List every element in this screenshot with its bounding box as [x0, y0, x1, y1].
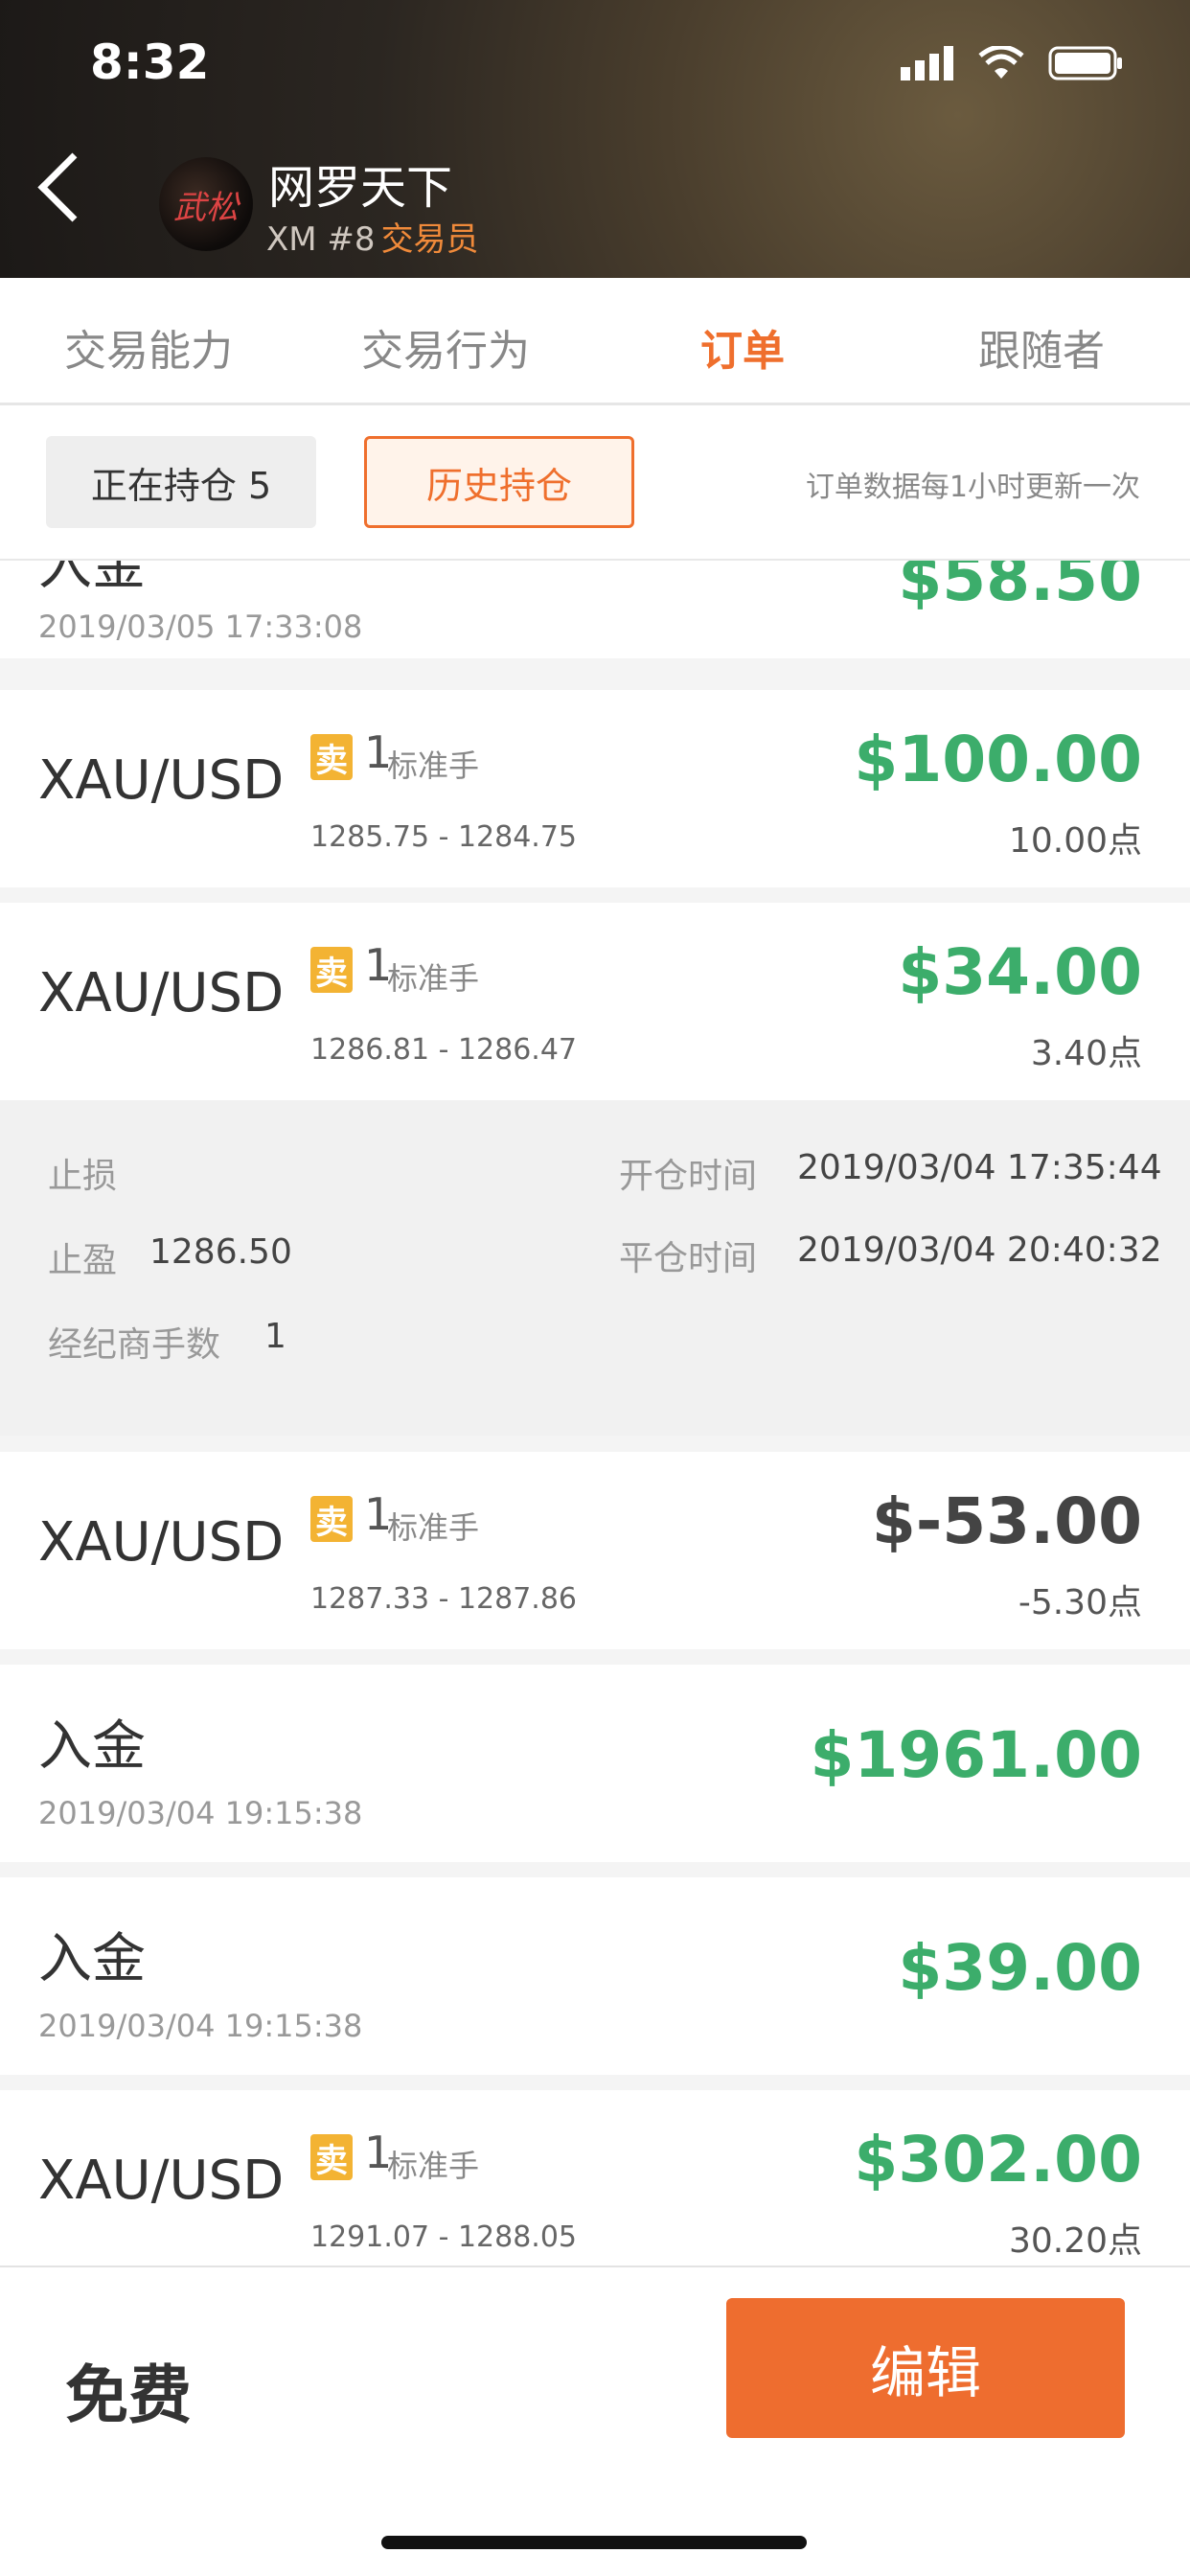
order-amount: $1961.00	[810, 1718, 1142, 1792]
list-item[interactable]: XAU/USD 卖 1 标准手 1286.81 - 1286.47 $34.00…	[0, 903, 1190, 1100]
take-profit-label: 止盈	[48, 1241, 118, 1280]
role-label: 交易员	[380, 220, 479, 259]
broker-rank: XM #8	[266, 220, 376, 259]
sell-badge: 卖	[310, 947, 353, 993]
order-amount: $58.50	[898, 561, 1142, 615]
order-points: 3.40点	[1030, 1034, 1142, 1073]
broker-lots-label: 经纪商手数	[48, 1325, 221, 1365]
update-note: 订单数据每1小时更新一次	[805, 471, 1140, 504]
profile-header: 8:32 武松 网罗天下 XM #8 交易员	[0, 0, 1190, 278]
close-time-value: 2019/03/04 20:40:32	[797, 1230, 1162, 1270]
order-points: 30.20点	[1008, 2221, 1142, 2261]
trader-subtitle: XM #8 交易员	[266, 213, 479, 260]
wifi-icon	[978, 46, 1024, 79]
order-points: 10.00点	[1008, 821, 1142, 861]
stop-loss-label: 止损	[48, 1157, 118, 1196]
order-filter-bar: 正在持仓 5 历史持仓 订单数据每1小时更新一次	[0, 405, 1190, 561]
broker-lots-value: 1	[264, 1317, 286, 1356]
orders-list: 入金 2019/03/05 17:33:08 $58.50 XAU/USD 卖 …	[0, 561, 1190, 2266]
order-unit: 标准手	[387, 748, 480, 784]
order-unit: 标准手	[387, 2148, 480, 2184]
list-item[interactable]: 入金 2019/03/04 19:15:38 $1961.00	[0, 1665, 1190, 1862]
status-icons	[901, 44, 1125, 82]
back-icon[interactable]	[37, 152, 107, 222]
sell-badge: 卖	[310, 734, 353, 780]
deposit-title: 入金	[38, 1715, 146, 1778]
list-item[interactable]: 入金 2019/03/04 19:15:38 $39.00	[0, 1877, 1190, 2075]
order-amount: $302.00	[854, 2123, 1142, 2196]
edit-button[interactable]: 编辑	[726, 2298, 1125, 2438]
tab-bar: 交易能力 交易行为 订单 跟随者	[0, 278, 1190, 405]
sell-badge: 卖	[310, 2134, 353, 2180]
status-time: 8:32	[90, 34, 210, 90]
tab-orders[interactable]: 订单	[594, 316, 891, 378]
bottom-action-bar: 免费 编辑	[0, 2266, 1190, 2576]
list-item[interactable]: 入金 2019/03/05 17:33:08 $58.50	[0, 561, 1190, 658]
trader-name: 网罗天下	[268, 161, 453, 215]
app-screen: 8:32 武松 网罗天下 XM #8 交易员 交易能力 交易行为 订单 跟随者 …	[0, 0, 1190, 2576]
tab-followers[interactable]: 跟随者	[893, 316, 1190, 378]
order-symbol: XAU/USD	[38, 749, 285, 812]
order-amount: $100.00	[854, 723, 1142, 796]
open-positions-button[interactable]: 正在持仓 5	[46, 436, 316, 528]
list-item[interactable]: XAU/USD 卖 1 标准手 1287.33 - 1287.86 $-53.0…	[0, 1452, 1190, 1649]
order-price-range: 1291.07 - 1288.05	[310, 2220, 578, 2254]
battery-icon	[1048, 46, 1122, 80]
deposit-title: 入金	[38, 1928, 146, 1990]
order-amount: $34.00	[898, 935, 1142, 1009]
signal-icon	[901, 46, 953, 80]
deposit-date: 2019/03/04 19:15:38	[38, 1795, 363, 1831]
order-unit: 标准手	[387, 1509, 480, 1546]
close-time-label: 平仓时间	[619, 1239, 758, 1278]
order-detail-panel: 止损 止盈 1286.50 经纪商手数 1 开仓时间 2019/03/04 17…	[0, 1100, 1190, 1436]
order-price-range: 1287.33 - 1287.86	[310, 1582, 578, 1616]
order-amount: $39.00	[898, 1931, 1142, 2005]
order-symbol: XAU/USD	[38, 1511, 285, 1574]
price-label: 免费	[65, 2358, 192, 2432]
deposit-title: 入金	[38, 561, 146, 597]
order-price-range: 1286.81 - 1286.47	[310, 1033, 578, 1067]
tab-trading-behavior[interactable]: 交易行为	[297, 316, 594, 378]
tab-trading-ability[interactable]: 交易能力	[0, 316, 297, 378]
order-amount: $-53.00	[871, 1484, 1142, 1558]
order-price-range: 1285.75 - 1284.75	[310, 820, 578, 854]
open-time-value: 2019/03/04 17:35:44	[797, 1148, 1162, 1187]
sell-badge: 卖	[310, 1496, 353, 1542]
list-item[interactable]: XAU/USD 卖 1 标准手 1285.75 - 1284.75 $100.0…	[0, 690, 1190, 887]
order-symbol: XAU/USD	[38, 962, 285, 1024]
order-points: -5.30点	[1018, 1583, 1142, 1622]
list-item[interactable]: XAU/USD 卖 1 标准手 1291.07 - 1288.05 $302.0…	[0, 2090, 1190, 2266]
deposit-date: 2019/03/05 17:33:08	[38, 609, 363, 645]
avatar: 武松	[159, 157, 253, 251]
home-indicator[interactable]	[381, 2536, 807, 2549]
order-unit: 标准手	[387, 960, 480, 997]
open-time-label: 开仓时间	[619, 1157, 758, 1196]
deposit-date: 2019/03/04 19:15:38	[38, 2008, 363, 2044]
take-profit-value: 1286.50	[149, 1232, 292, 1272]
avatar-text: 武松	[173, 188, 239, 227]
history-positions-button[interactable]: 历史持仓	[364, 436, 634, 528]
order-symbol: XAU/USD	[38, 2150, 285, 2212]
